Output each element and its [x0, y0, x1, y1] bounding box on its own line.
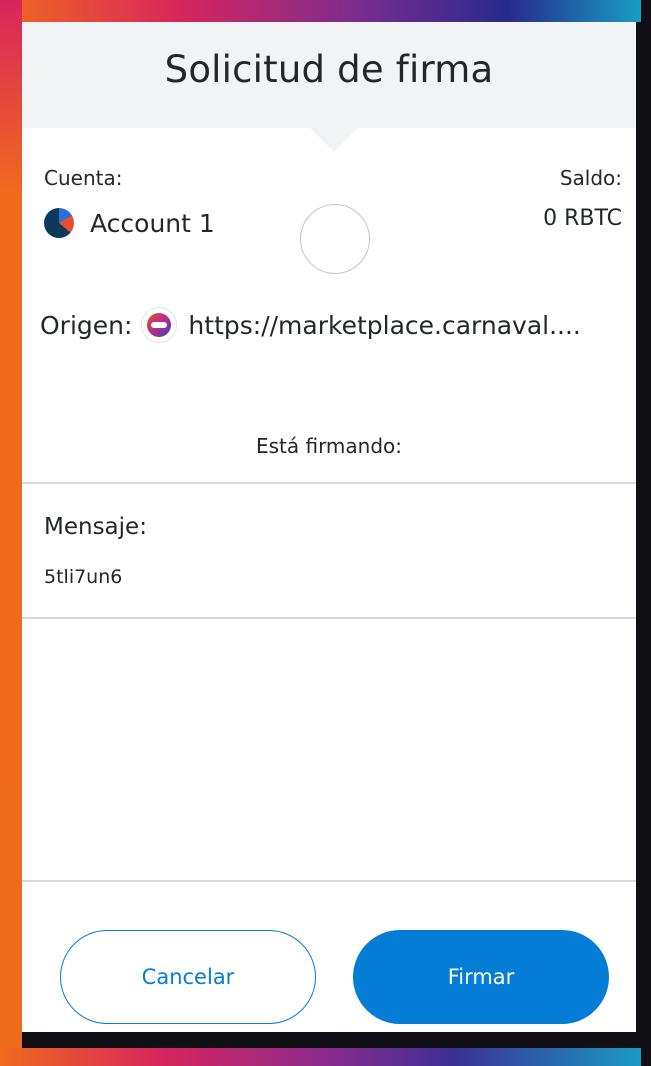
account-label: Cuenta: [44, 166, 123, 190]
account-info: Account 1 [44, 208, 215, 238]
origin-label: Origen: [40, 310, 133, 340]
requester-identicon [300, 204, 370, 274]
message-value: 5tli7un6 [44, 566, 123, 588]
balance-label: Saldo: [559, 166, 622, 190]
signature-request-popup: Solicitud de firma Cuenta: Saldo: Accoun… [22, 22, 636, 1032]
account-name: Account 1 [90, 208, 215, 238]
account-avatar-icon [44, 208, 74, 238]
signing-label: Está firmando: [255, 434, 403, 458]
balance-value: 0 RBTC [543, 206, 622, 231]
page-title: Solicitud de firma [164, 48, 494, 91]
divider-footer [22, 880, 636, 882]
header-notch [310, 128, 358, 152]
divider-top [22, 482, 636, 484]
site-favicon-icon [142, 308, 177, 342]
message-title: Mensaje: [44, 514, 147, 540]
origin-url: https://marketplace.carnaval.... [188, 310, 581, 340]
divider-message-bottom [22, 617, 636, 619]
frame-right-edge [641, 0, 651, 1066]
cancel-button[interactable]: Cancelar [60, 930, 316, 1024]
mask-icon [147, 313, 172, 337]
origin-row: Origen: https://marketplace.carnaval.... [40, 308, 581, 342]
gradient-frame-left [0, 0, 22, 1066]
gradient-frame-top [0, 0, 651, 22]
sign-button[interactable]: Firmar [353, 930, 609, 1024]
gradient-frame-bottom [0, 1048, 651, 1066]
popup-header: Solicitud de firma [22, 22, 636, 128]
